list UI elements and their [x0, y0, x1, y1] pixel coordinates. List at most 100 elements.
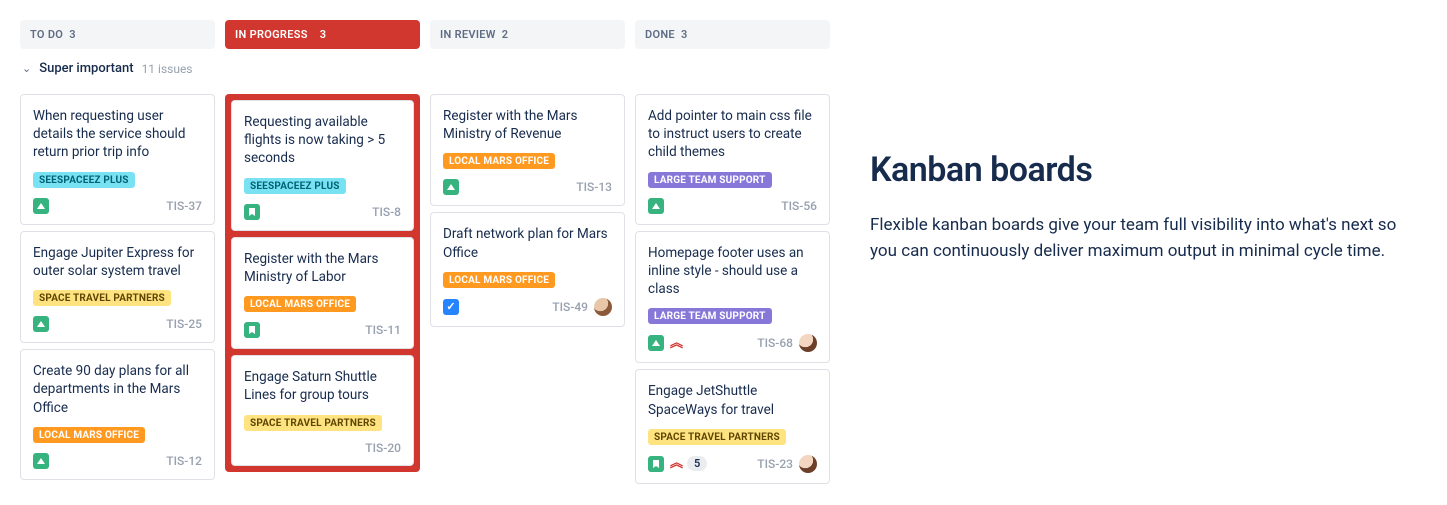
issue-key[interactable]: TIS-23 — [757, 457, 793, 471]
card-footer-left: ︽5 — [648, 456, 707, 472]
card-title: Add pointer to main css file to instruct… — [648, 107, 817, 162]
issue-card[interactable]: Requesting available flights is now taki… — [231, 100, 414, 231]
issue-card[interactable]: Draft network plan for Mars Office LOCAL … — [430, 212, 625, 326]
column-header-inprogress[interactable]: IN PROGRESS 3 — [225, 20, 420, 49]
issue-key[interactable]: TIS-12 — [166, 454, 202, 468]
card-title: Requesting available flights is now taki… — [244, 113, 401, 168]
issue-key[interactable]: TIS-8 — [372, 205, 401, 219]
card-footer-left — [33, 198, 49, 214]
card-footer-right: TIS-56 — [781, 199, 817, 213]
epic-tag[interactable]: LARGE TEAM SUPPORT — [648, 172, 772, 188]
column-count: 2 — [502, 28, 509, 41]
card-title: Engage Saturn Shuttle Lines for group to… — [244, 368, 401, 404]
swimlane-count: 11 issues — [142, 62, 193, 76]
issue-card[interactable]: When requesting user details the service… — [20, 94, 215, 225]
issue-card[interactable]: Engage Saturn Shuttle Lines for group to… — [231, 355, 414, 465]
column-inreview[interactable]: Register with the Mars Ministry of Reven… — [430, 94, 625, 327]
priority-highest-icon: ︽ — [670, 457, 681, 470]
card-footer-right: TIS-68 — [757, 334, 817, 352]
issue-card[interactable]: Register with the Mars Ministry of Labor… — [231, 237, 414, 349]
issue-key[interactable]: TIS-49 — [552, 300, 588, 314]
card-footer-left — [33, 316, 49, 332]
card-title: Engage JetShuttle SpaceWays for travel — [648, 382, 817, 418]
column-label: TO DO — [30, 28, 63, 41]
issue-key[interactable]: TIS-56 — [781, 199, 817, 213]
card-footer: TIS-49 — [443, 298, 612, 316]
card-footer-right: TIS-25 — [166, 317, 202, 331]
card-footer-right: TIS-20 — [365, 441, 401, 455]
card-footer-left — [244, 204, 260, 220]
epic-tag[interactable]: LOCAL MARS OFFICE — [244, 296, 356, 312]
task-check-icon — [443, 299, 459, 315]
card-title: Register with the Mars Ministry of Reven… — [443, 107, 612, 143]
assignee-avatar[interactable] — [799, 334, 817, 352]
priority-arrow-up-icon — [33, 316, 49, 332]
priority-arrow-up-icon — [648, 335, 664, 351]
story-points-badge: 5 — [687, 456, 707, 471]
issue-key[interactable]: TIS-37 — [166, 199, 202, 213]
marketing-heading: Kanban boards — [870, 150, 1427, 190]
swimlane-title: Super important — [39, 61, 133, 76]
epic-tag[interactable]: SPACE TRAVEL PARTNERS — [33, 290, 171, 306]
card-footer: TIS-25 — [33, 316, 202, 332]
epic-tag[interactable]: LOCAL MARS OFFICE — [443, 272, 555, 288]
card-footer-left — [244, 322, 260, 338]
card-title: Create 90 day plans for all departments … — [33, 362, 202, 417]
epic-tag[interactable]: LOCAL MARS OFFICE — [33, 427, 145, 443]
issue-key[interactable]: TIS-20 — [365, 441, 401, 455]
card-footer-left: ︽ — [648, 335, 681, 351]
card-footer-left — [443, 299, 459, 315]
issue-card[interactable]: Engage JetShuttle SpaceWays for travel SP… — [635, 369, 830, 483]
card-title: Register with the Mars Ministry of Labor — [244, 250, 401, 286]
card-footer: TIS-20 — [244, 441, 401, 455]
column-inprogress[interactable]: Requesting available flights is now taki… — [225, 94, 420, 472]
column-count: 3 — [681, 28, 688, 41]
card-title: Homepage footer uses an inline style - s… — [648, 244, 817, 299]
issue-key[interactable]: TIS-68 — [757, 336, 793, 350]
epic-tag[interactable]: SPACE TRAVEL PARTNERS — [244, 415, 382, 431]
priority-arrow-up-icon — [443, 179, 459, 195]
card-footer-left — [443, 179, 459, 195]
assignee-avatar[interactable] — [799, 455, 817, 473]
epic-tag[interactable]: LOCAL MARS OFFICE — [443, 153, 555, 169]
card-footer-right: TIS-23 — [757, 455, 817, 473]
assignee-avatar[interactable] — [594, 298, 612, 316]
issue-key[interactable]: TIS-25 — [166, 317, 202, 331]
card-footer-right: TIS-12 — [166, 454, 202, 468]
column-done[interactable]: Add pointer to main css file to instruct… — [635, 94, 830, 484]
issue-key[interactable]: TIS-13 — [576, 180, 612, 194]
card-footer: TIS-8 — [244, 204, 401, 220]
issue-card[interactable]: Create 90 day plans for all departments … — [20, 349, 215, 480]
card-footer: TIS-37 — [33, 198, 202, 214]
column-header-done[interactable]: DONE 3 — [635, 20, 830, 49]
priority-highest-icon: ︽ — [670, 337, 681, 350]
issue-card[interactable]: Engage Jupiter Express for outer solar s… — [20, 231, 215, 343]
card-footer-right: TIS-37 — [166, 199, 202, 213]
story-icon — [244, 322, 260, 338]
card-footer-left — [33, 453, 49, 469]
issue-key[interactable]: TIS-11 — [365, 323, 401, 337]
column-count: 3 — [69, 28, 76, 41]
issue-card[interactable]: Homepage footer uses an inline style - s… — [635, 231, 830, 364]
card-footer-right: TIS-13 — [576, 180, 612, 194]
column-header-todo[interactable]: TO DO 3 — [20, 20, 215, 49]
card-footer: TIS-56 — [648, 198, 817, 214]
epic-tag[interactable]: SEESPACEEZ PLUS — [244, 178, 346, 194]
card-title: Engage Jupiter Express for outer solar s… — [33, 244, 202, 280]
epic-tag[interactable]: SEESPACEEZ PLUS — [33, 172, 135, 188]
card-footer: ︽ TIS-68 — [648, 334, 817, 352]
epic-tag[interactable]: SPACE TRAVEL PARTNERS — [648, 429, 786, 445]
swimlane-header[interactable]: ⌄ Super important 11 issues — [20, 57, 830, 78]
priority-arrow-up-icon — [33, 453, 49, 469]
issue-card[interactable]: Register with the Mars Ministry of Reven… — [430, 94, 625, 206]
priority-arrow-up-icon — [33, 198, 49, 214]
card-footer-right: TIS-8 — [372, 205, 401, 219]
card-title: Draft network plan for Mars Office — [443, 225, 612, 261]
epic-tag[interactable]: LARGE TEAM SUPPORT — [648, 308, 772, 324]
column-label: DONE — [645, 28, 675, 41]
column-header-inreview[interactable]: IN REVIEW 2 — [430, 20, 625, 49]
column-todo[interactable]: When requesting user details the service… — [20, 94, 215, 480]
column-count: 3 — [320, 28, 327, 41]
card-footer: TIS-11 — [244, 322, 401, 338]
issue-card[interactable]: Add pointer to main css file to instruct… — [635, 94, 830, 225]
